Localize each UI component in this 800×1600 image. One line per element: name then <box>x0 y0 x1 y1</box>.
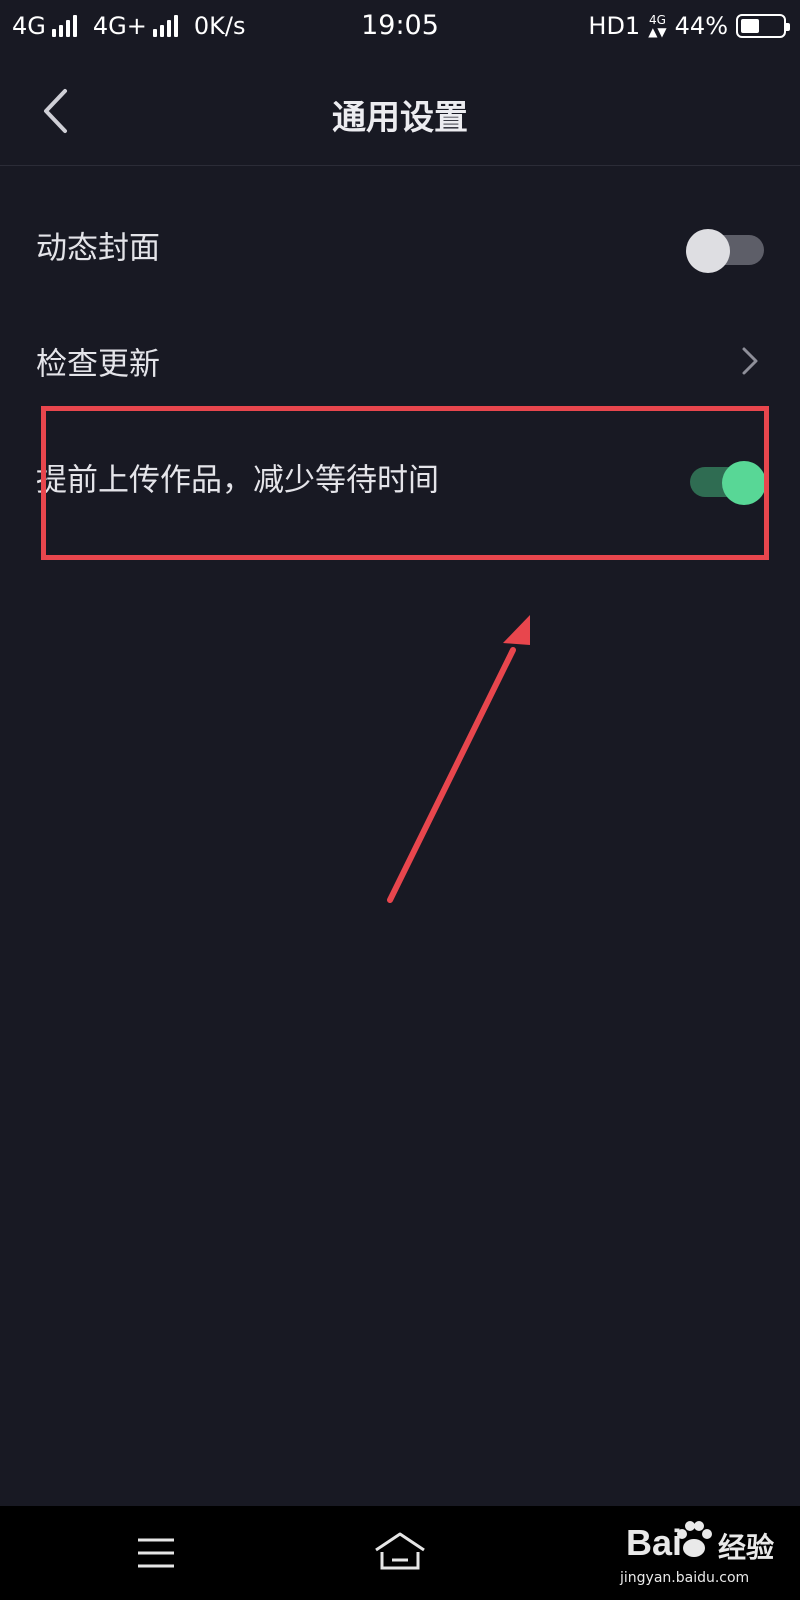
setting-dynamic-cover[interactable]: 动态封面 <box>0 187 800 303</box>
status-bar: 4G 4G+ 0K/s 19:05 HD1 4G ▲▼ 44% <box>0 0 800 56</box>
menu-icon[interactable] <box>132 1534 180 1572</box>
toggle-knob <box>686 229 730 273</box>
setting-label: 检查更新 <box>36 346 160 383</box>
home-icon[interactable] <box>372 1528 428 1574</box>
dynamic-cover-toggle[interactable] <box>686 223 764 273</box>
baidu-jingyan-watermark: Bai 经验 jingyan.baidu.com <box>614 1516 774 1592</box>
setting-check-update[interactable]: 检查更新 <box>0 303 800 419</box>
hd-indicator: HD1 <box>588 12 641 40</box>
battery-percent: 44% <box>674 12 728 40</box>
setting-label: 动态封面 <box>36 230 160 267</box>
chevron-right-icon <box>742 347 758 375</box>
paw-logo-icon <box>677 1521 712 1557</box>
data-activity-icon: 4G ▲▼ <box>648 13 667 39</box>
page-title: 通用设置 <box>332 98 468 138</box>
status-right: HD1 4G ▲▼ 44% <box>588 12 790 40</box>
header: 通用设置 <box>0 56 800 166</box>
navigation-bar: Bai 经验 jingyan.baidu.com <box>0 1506 800 1600</box>
screen: 4G 4G+ 0K/s 19:05 HD1 4G ▲▼ 44% 通用设置 动态封… <box>0 0 800 1600</box>
battery-icon <box>736 14 790 38</box>
annotation-highlight-box <box>41 406 769 560</box>
